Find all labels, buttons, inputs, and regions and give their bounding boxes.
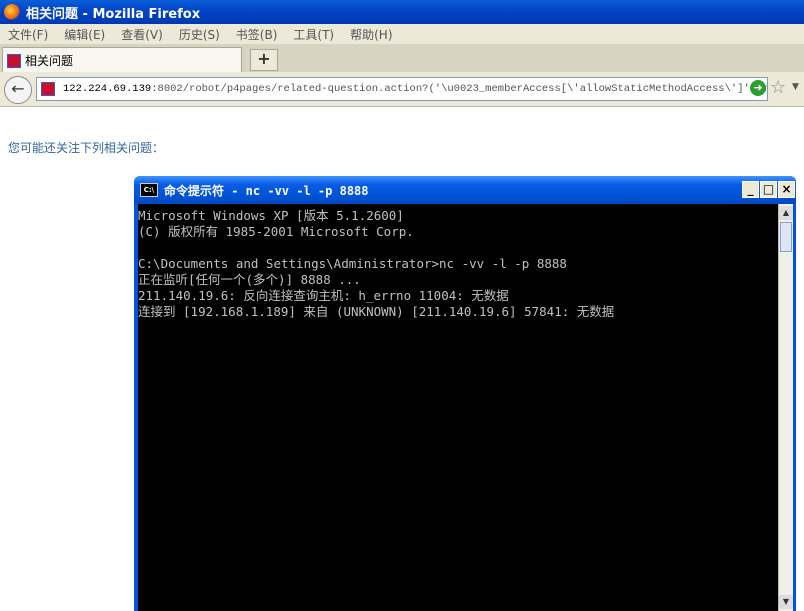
minimize-button[interactable]: _ bbox=[742, 181, 759, 198]
cmd-output-line: 正在监听[任何一个(多个)] 8888 ... bbox=[138, 272, 361, 287]
cmd-window-title: 命令提示符 - nc -vv -l -p 8888 bbox=[164, 183, 369, 198]
scroll-thumb[interactable] bbox=[780, 222, 792, 252]
maximize-button[interactable]: □ bbox=[760, 181, 777, 198]
url-path: :8002/robot/p4pages/related-question.act… bbox=[151, 83, 768, 95]
cmd-output-line: (C) 版权所有 1985-2001 Microsoft Corp. bbox=[138, 224, 414, 239]
menu-bookmarks[interactable]: 书签(B) bbox=[228, 26, 286, 43]
scroll-down-icon[interactable]: ▼ bbox=[779, 595, 793, 609]
browser-window-title: 相关问题 - Mozilla Firefox bbox=[26, 6, 201, 22]
tab-related-questions[interactable]: 相关问题 bbox=[2, 47, 242, 73]
cmd-app-icon: C:\ bbox=[140, 183, 158, 197]
cmd-output-line: 211.140.19.6: 反向连接查询主机: h_errno 11004: 无… bbox=[138, 288, 509, 303]
menu-tools[interactable]: 工具(T) bbox=[285, 26, 342, 43]
menu-edit[interactable]: 编辑(E) bbox=[56, 26, 113, 43]
cmd-output: Microsoft Windows XP [版本 5.1.2600] (C) 版权… bbox=[138, 204, 778, 320]
back-button[interactable]: ← bbox=[4, 76, 32, 104]
tab-strip: 相关问题 + bbox=[0, 44, 804, 73]
menu-help[interactable]: 帮助(H) bbox=[342, 26, 400, 43]
related-questions-heading: 您可能还关注下列相关问题： bbox=[8, 141, 165, 155]
cmd-output-line: Microsoft Windows XP [版本 5.1.2600] bbox=[138, 208, 404, 223]
site-favicon-icon bbox=[7, 53, 21, 68]
cmd-titlebar[interactable]: C:\ 命令提示符 - nc -vv -l -p 8888 _ □ × bbox=[134, 176, 796, 204]
close-button[interactable]: × bbox=[778, 181, 795, 198]
chevron-down-icon[interactable]: ▼ bbox=[792, 82, 799, 92]
cmd-output-line: 连接到 [192.168.1.189] 来自 (UNKNOWN) [211.14… bbox=[138, 304, 615, 319]
cmd-scrollbar[interactable]: ▲ ▼ bbox=[778, 204, 793, 611]
menu-view[interactable]: 查看(V) bbox=[113, 26, 171, 43]
tab-label: 相关问题 bbox=[25, 54, 74, 68]
cmd-output-line: C:\Documents and Settings\Administrator>… bbox=[138, 256, 567, 271]
navigation-bar: ← 122.224.69.139:8002/robot/p4pages/rela… bbox=[0, 72, 804, 107]
url-bar[interactable]: 122.224.69.139:8002/robot/p4pages/relate… bbox=[36, 77, 768, 101]
browser-menubar: 文件(F) 编辑(E) 查看(V) 历史(S) 书签(B) 工具(T) 帮助(H… bbox=[0, 24, 804, 44]
bookmark-star-icon[interactable]: ☆ bbox=[770, 77, 786, 98]
menu-file[interactable]: 文件(F) bbox=[0, 26, 56, 43]
browser-titlebar: 相关问题 - Mozilla Firefox bbox=[0, 0, 804, 24]
firefox-logo-icon bbox=[4, 4, 20, 20]
cmd-console[interactable]: Microsoft Windows XP [版本 5.1.2600] (C) 版权… bbox=[138, 204, 778, 611]
cmd-window: C:\ 命令提示符 - nc -vv -l -p 8888 _ □ × Micr… bbox=[134, 176, 796, 611]
url-host: 122.224.69.139 bbox=[63, 83, 152, 95]
scroll-up-icon[interactable]: ▲ bbox=[779, 206, 793, 220]
menu-history[interactable]: 历史(S) bbox=[171, 26, 228, 43]
new-tab-button[interactable]: + bbox=[250, 49, 278, 71]
url-favicon-icon bbox=[41, 82, 55, 96]
cmd-output-line bbox=[138, 240, 778, 256]
go-arrow-icon[interactable]: ➜ bbox=[750, 80, 766, 96]
